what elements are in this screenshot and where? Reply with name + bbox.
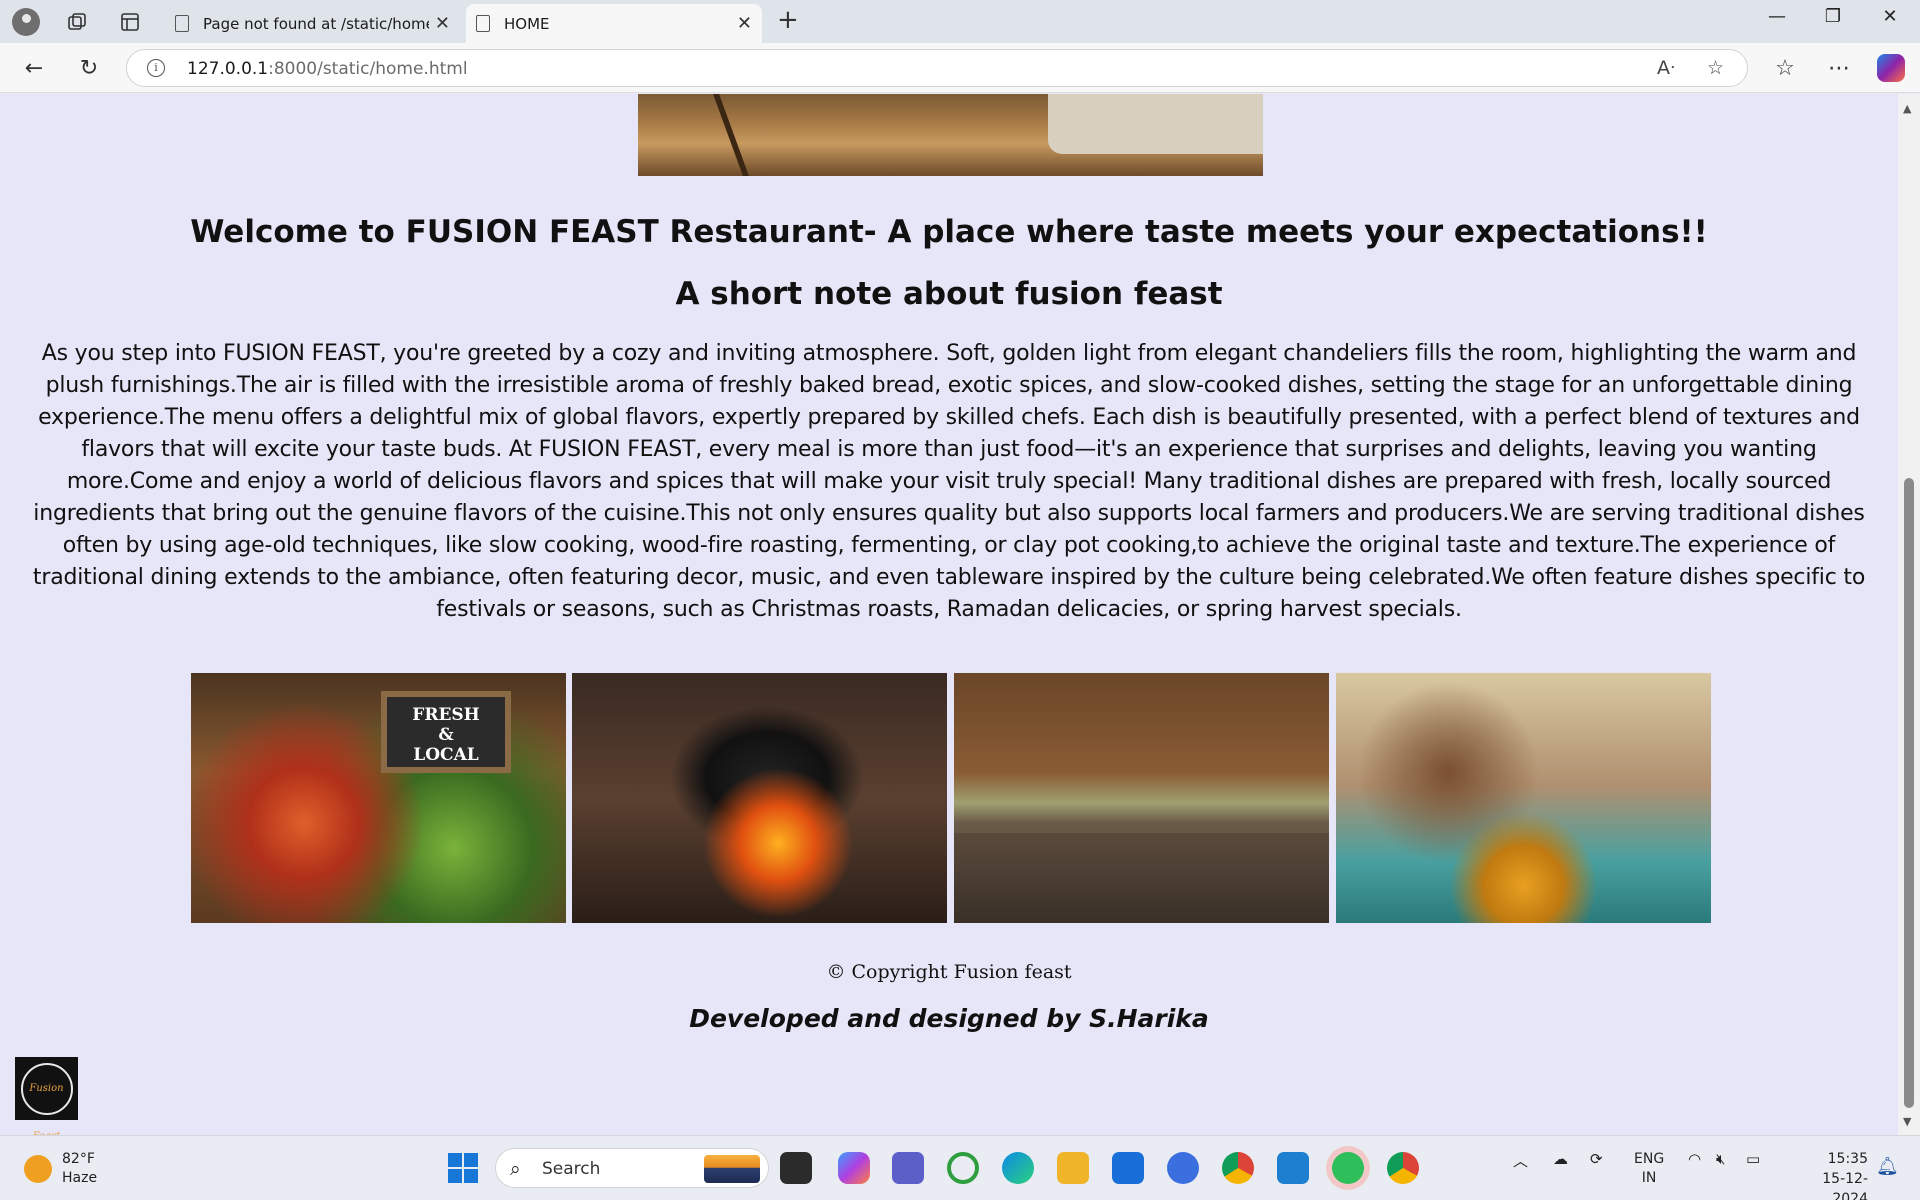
welcome-heading: Welcome to FUSION FEAST Restaurant- A pl… [190, 214, 1708, 250]
description-paragraph: As you step into FUSION FEAST, you're gr… [32, 341, 1866, 622]
vertical-scrollbar[interactable]: ▲ ▼ [1898, 94, 1920, 1135]
profile-icon[interactable] [11, 7, 41, 37]
tab-home[interactable]: HOME ✕ [466, 4, 762, 43]
more-icon[interactable]: ⋯ [1823, 52, 1855, 84]
info-icon[interactable]: i [147, 59, 165, 77]
store-icon[interactable] [1112, 1152, 1144, 1184]
clock-date: 15-12-2024 [1822, 1171, 1868, 1200]
task-view-icon[interactable] [780, 1152, 812, 1184]
clock-time: 15:35 [1827, 1151, 1868, 1167]
language-indicator[interactable]: ENG IN [1634, 1150, 1664, 1188]
developer-credit: Developed and designed by S.Harika [689, 1004, 1209, 1033]
whatsapp-icon[interactable] [1332, 1152, 1364, 1184]
teams-icon[interactable] [892, 1152, 924, 1184]
vscode-icon[interactable] [1277, 1152, 1309, 1184]
back-icon[interactable]: ← [18, 52, 50, 84]
battery-icon[interactable]: ▭ [1746, 1150, 1760, 1168]
new-tab-button[interactable]: + [777, 5, 799, 35]
search-highlight-image [704, 1155, 760, 1183]
close-window-button[interactable]: ✕ [1870, 6, 1910, 27]
image-gallery: FRESH & LOCAL [191, 673, 1711, 923]
edge-icon[interactable] [1002, 1152, 1034, 1184]
copilot-app-icon[interactable] [838, 1152, 870, 1184]
page-viewport: Welcome to FUSION FEAST Restaurant- A pl… [0, 94, 1898, 1135]
app-launcher-icon[interactable] [1167, 1152, 1199, 1184]
sync-status-icon[interactable]: ⟳ [1590, 1150, 1603, 1168]
tab-title: HOME [504, 14, 550, 33]
scrollbar-thumb[interactable] [1904, 478, 1914, 1108]
chrome-profile-icon[interactable] [1222, 1152, 1254, 1184]
onedrive-icon[interactable]: ☁ [1553, 1150, 1568, 1168]
note-heading: A short note about fusion feast [675, 276, 1223, 312]
wifi-icon[interactable]: ◠ [1688, 1150, 1701, 1168]
page-icon [175, 15, 189, 32]
close-tab-icon[interactable]: ✕ [435, 13, 450, 34]
maximize-button[interactable]: ❐ [1813, 6, 1853, 27]
weather-widget[interactable]: 82°F Haze [24, 1150, 97, 1188]
fusion-feast-logo: Fusion Feast [15, 1057, 78, 1135]
scroll-up-icon[interactable]: ▲ [1903, 102, 1911, 115]
clay-pot-cooking-image [572, 673, 947, 923]
fresh-local-sign: FRESH & LOCAL [381, 691, 511, 773]
search-icon: ⌕ [510, 1158, 521, 1180]
tab-page-not-found[interactable]: Page not found at /static/home.ht ✕ [165, 4, 460, 43]
tab-actions-icon[interactable] [115, 7, 145, 37]
weather-temp: 82°F [62, 1151, 95, 1167]
tab-title: Page not found at /static/home.ht [203, 14, 429, 33]
refresh-icon[interactable]: ↻ [73, 52, 105, 84]
workspaces-icon[interactable] [62, 7, 92, 37]
read-aloud-icon[interactable]: Aᐧ [1657, 57, 1675, 79]
haze-weather-icon [24, 1155, 52, 1183]
address-bar[interactable]: i 127.0.0.1:8000/static/home.html Aᐧ ☆ [126, 49, 1748, 87]
favorite-star-icon[interactable]: ☆ [1707, 57, 1724, 79]
favorites-icon[interactable]: ☆ [1769, 52, 1801, 84]
mute-icon[interactable]: 🔇︎ [1716, 1150, 1725, 1168]
taskbar-search[interactable]: ⌕ Search [495, 1148, 769, 1188]
browser-tab-bar: Page not found at /static/home.ht ✕ HOME… [0, 0, 1920, 43]
chrome-icon[interactable] [1387, 1152, 1419, 1184]
windows-taskbar: 82°F Haze ⌕ Search ︿ ☁ ⟳ ENG IN ◠ 🔇︎ ▭ 1… [0, 1135, 1920, 1200]
show-hidden-icons-icon[interactable]: ︿ [1513, 1150, 1528, 1171]
minimize-button[interactable]: — [1757, 6, 1797, 27]
notification-bell-icon[interactable]: 🔔︎ [1876, 1156, 1899, 1177]
sync-app-icon[interactable] [947, 1152, 979, 1184]
close-tab-icon[interactable]: ✕ [737, 13, 752, 34]
weather-desc: Haze [62, 1170, 98, 1186]
copilot-icon[interactable] [1877, 54, 1905, 82]
url-text[interactable]: 127.0.0.1:8000/static/home.html [187, 59, 468, 79]
fresh-local-produce-image: FRESH & LOCAL [191, 673, 566, 923]
scroll-down-icon[interactable]: ▼ [1903, 1115, 1911, 1128]
file-explorer-icon[interactable] [1057, 1152, 1089, 1184]
start-icon[interactable] [448, 1153, 478, 1183]
restaurant-dining-hall-image [954, 673, 1329, 923]
family-festive-dinner-image [1336, 673, 1711, 923]
copyright-text: © Copyright Fusion feast [826, 961, 1072, 983]
browser-nav-bar: ← ↻ i 127.0.0.1:8000/static/home.html Aᐧ… [0, 43, 1920, 93]
restaurant-interior-image [638, 94, 1263, 176]
search-label: Search [542, 1159, 601, 1179]
system-clock[interactable]: 15:35 15-12-2024 [1788, 1149, 1868, 1200]
page-icon [476, 15, 490, 32]
